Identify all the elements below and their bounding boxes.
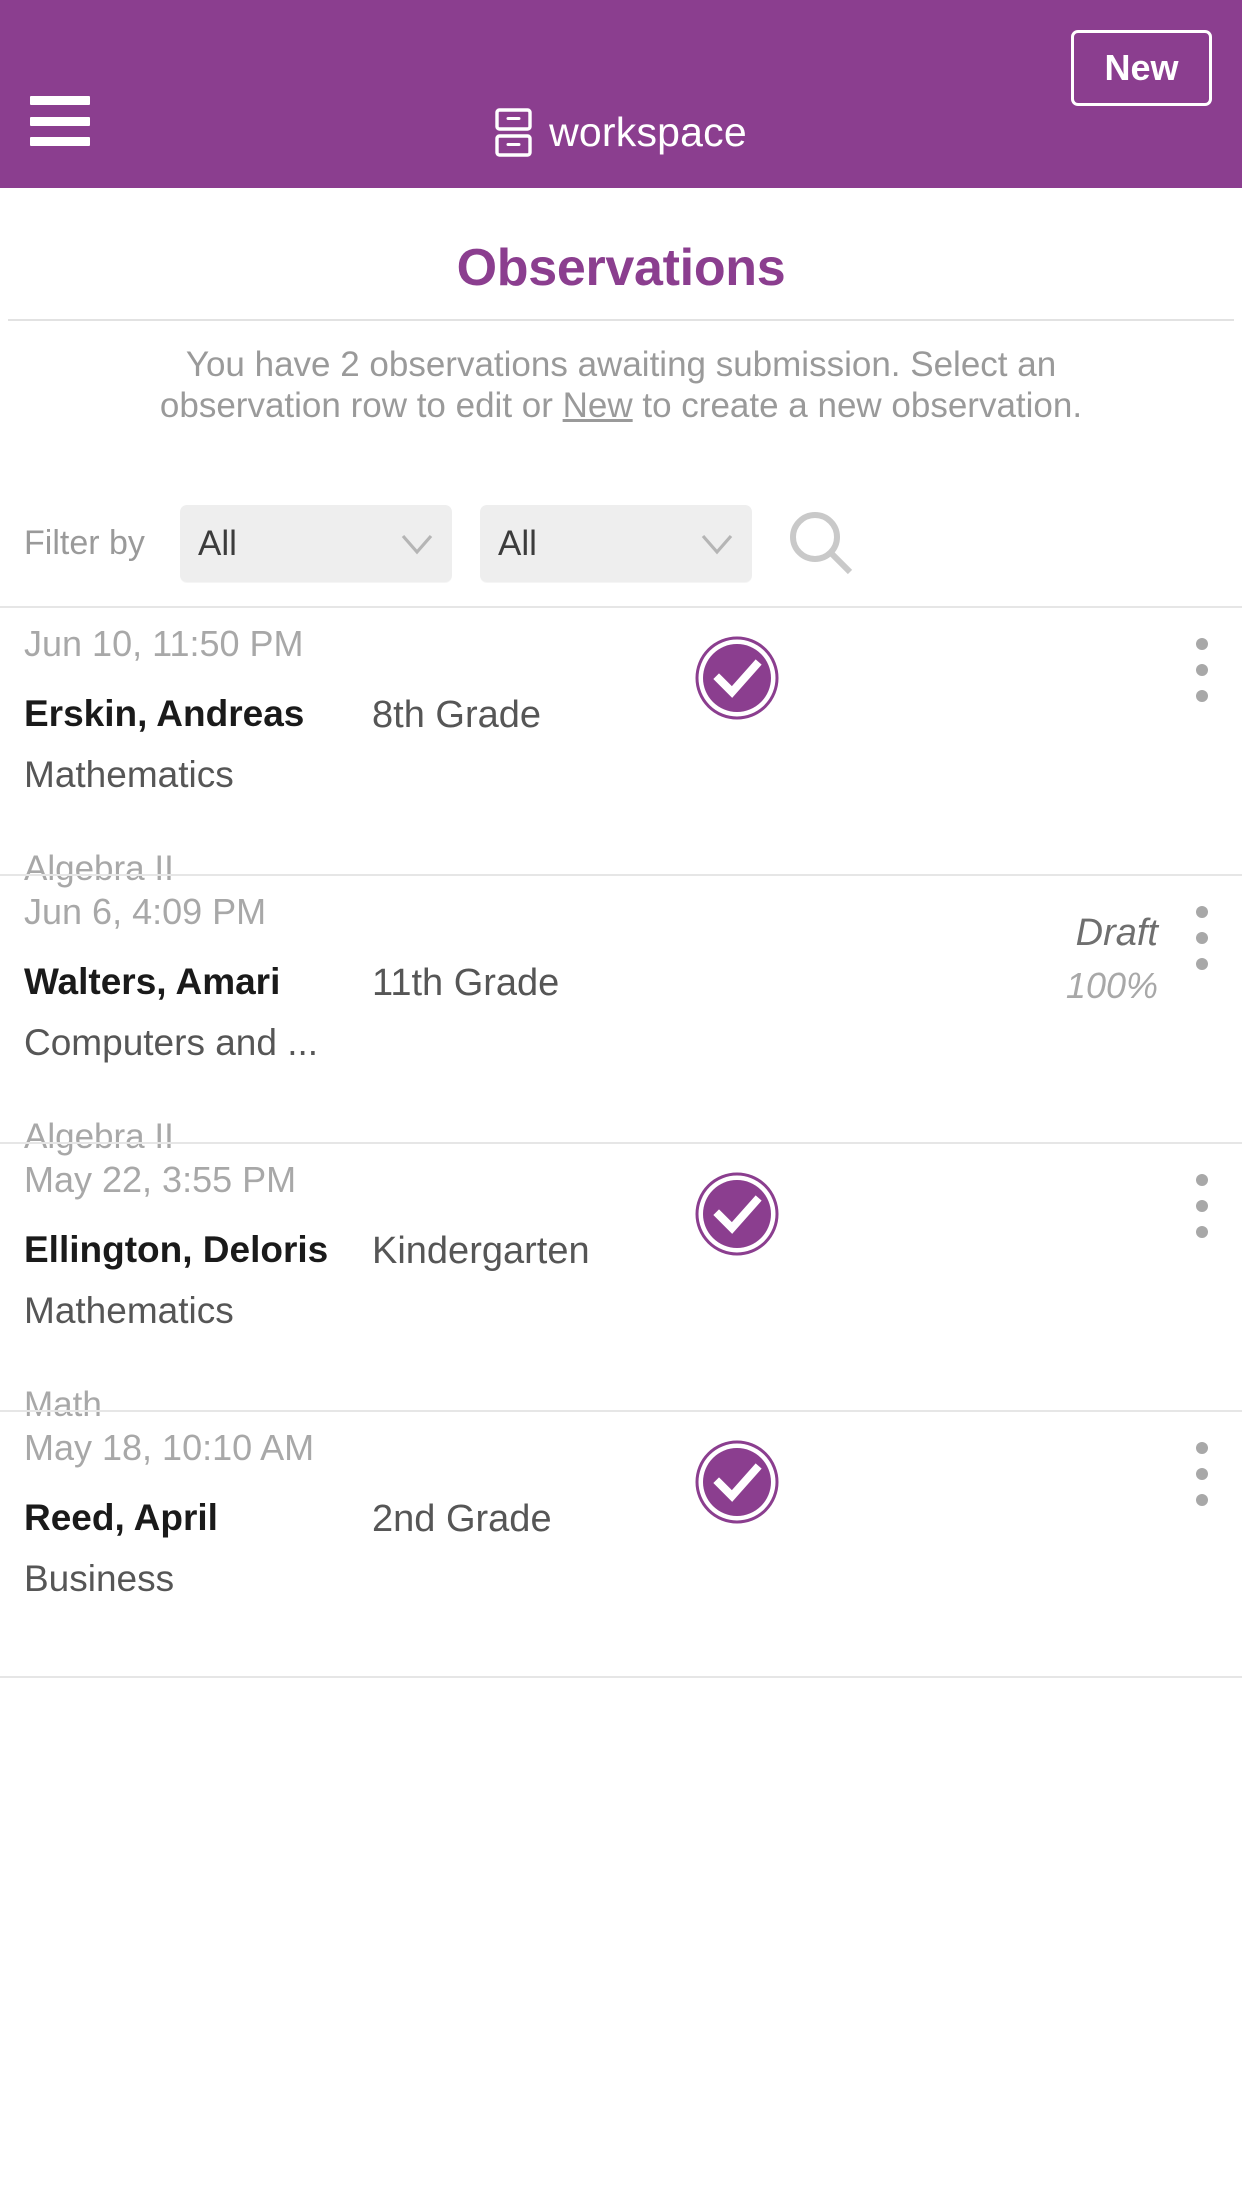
- search-icon: [790, 511, 853, 574]
- row-name: Walters, Amari: [24, 961, 281, 1003]
- row-overflow-menu-icon[interactable]: [1194, 1442, 1210, 1507]
- row-subject: Business: [24, 1558, 175, 1600]
- row-status: Draft: [1075, 912, 1158, 955]
- row-overflow-menu-icon[interactable]: [1194, 1174, 1210, 1239]
- app-header: workspace New: [0, 0, 1242, 188]
- hamburger-bar: [30, 96, 90, 105]
- row-date: May 22, 3:55 PM: [24, 1159, 297, 1201]
- chevron-down-icon: [401, 534, 433, 554]
- row-name: Reed, April: [24, 1497, 218, 1539]
- filter-select-secondary[interactable]: All: [480, 505, 752, 583]
- brand: workspace: [0, 108, 1242, 157]
- filter-by-label: Filter by: [24, 524, 145, 563]
- row-date: May 18, 10:10 AM: [24, 1427, 315, 1469]
- intro-line-1: You have 2 observations awaiting submiss…: [185, 345, 901, 385]
- chevron-down-icon: [701, 534, 733, 554]
- complete-check-icon: [695, 1440, 779, 1524]
- new-button[interactable]: New: [1071, 30, 1212, 106]
- table-row[interactable]: May 22, 3:55 PM Ellington, Deloris Mathe…: [0, 1142, 1242, 1422]
- filter-select-primary[interactable]: All: [180, 505, 452, 583]
- table-row[interactable]: Jun 10, 11:50 PM Erskin, Andreas Mathema…: [0, 606, 1242, 886]
- row-overflow-menu-icon[interactable]: [1194, 906, 1210, 971]
- table-row[interactable]: Jun 6, 4:09 PM Walters, Amari Computers …: [0, 874, 1242, 1154]
- intro-new-link[interactable]: New: [563, 386, 633, 425]
- row-date: Jun 6, 4:09 PM: [24, 891, 267, 933]
- row-name: Erskin, Andreas: [24, 693, 305, 735]
- file-drawers-icon: [495, 108, 532, 157]
- row-grade: 8th Grade: [372, 694, 541, 737]
- complete-check-icon: [695, 1172, 779, 1256]
- row-name: Ellington, Deloris: [24, 1229, 329, 1271]
- row-subject: Computers and ...: [24, 1022, 319, 1064]
- brand-name: workspace: [549, 109, 747, 155]
- row-date: Jun 10, 11:50 PM: [24, 623, 304, 665]
- intro-text: You have 2 observations awaiting submiss…: [121, 345, 1121, 427]
- row-percent: 100%: [1065, 965, 1158, 1007]
- row-subject: Mathematics: [24, 754, 234, 796]
- filter-select-primary-value: All: [198, 523, 237, 563]
- row-grade: 11th Grade: [372, 962, 560, 1005]
- page-title: Observations: [456, 239, 786, 297]
- filter-select-secondary-value: All: [498, 523, 537, 563]
- title-divider: [8, 319, 1234, 322]
- complete-check-icon: [695, 636, 779, 720]
- row-grade: 2nd Grade: [372, 1498, 552, 1541]
- observations-list: Jun 10, 11:50 PM Erskin, Andreas Mathema…: [0, 606, 1242, 1679]
- row-subject: Mathematics: [24, 1290, 234, 1332]
- table-row[interactable]: May 18, 10:10 AM Reed, April Business 2n…: [0, 1410, 1242, 1679]
- intro-line-2-post: to create a new observation.: [632, 386, 1083, 426]
- filter-bar: Filter by All All: [0, 505, 1242, 583]
- row-overflow-menu-icon[interactable]: [1194, 638, 1210, 703]
- search-button[interactable]: [786, 508, 858, 580]
- row-grade: Kindergarten: [372, 1230, 590, 1273]
